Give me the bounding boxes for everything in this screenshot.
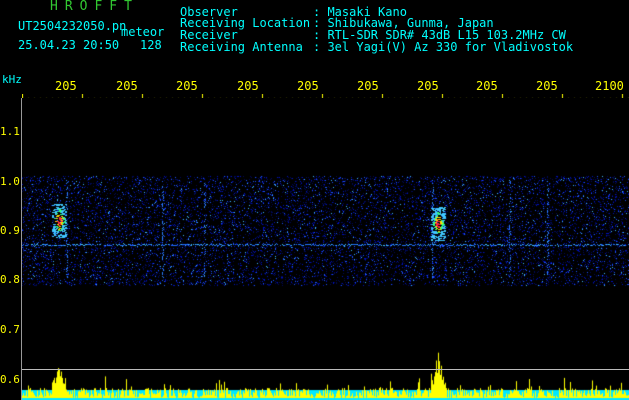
frequency-tick-label: 1.0: [0, 175, 20, 188]
time-tick-label: 205: [237, 79, 259, 93]
capture-datetime: 25.04.23 20:50: [18, 38, 120, 52]
app-logo: HROFFT: [50, 0, 139, 14]
frequency-tick-label: 0.9: [0, 224, 20, 237]
time-tick-label: 205: [297, 79, 319, 93]
spectrogram-display: [22, 98, 629, 400]
meteor-count: 128: [140, 38, 162, 52]
time-tick-label: 205: [116, 79, 138, 93]
antenna-label: Receiving Antenna: [180, 40, 303, 54]
frequency-tick-label: 1.1: [0, 125, 20, 138]
time-tick-label: 205: [417, 79, 439, 93]
time-tick-label: 205: [55, 79, 77, 93]
detection-mode-label: meteor: [121, 25, 165, 39]
time-tick-label: 205: [476, 79, 498, 93]
frequency-tick-label: 0.6: [0, 373, 20, 386]
time-tick-label: 205: [357, 79, 379, 93]
antenna-value: : 3el Yagi(V) Az 330 for Vladivostok: [313, 40, 574, 54]
time-tick-label: 2100: [595, 79, 624, 93]
frequency-unit-label: kHz: [2, 73, 22, 86]
time-tick-label: 205: [536, 79, 558, 93]
signal-baseline: [22, 369, 629, 370]
time-tick-label: 205: [176, 79, 198, 93]
image-filename: UT2504232050.pn: [18, 19, 127, 33]
frequency-tick-label: 0.7: [0, 323, 20, 336]
frequency-tick-label: 0.8: [0, 273, 20, 286]
